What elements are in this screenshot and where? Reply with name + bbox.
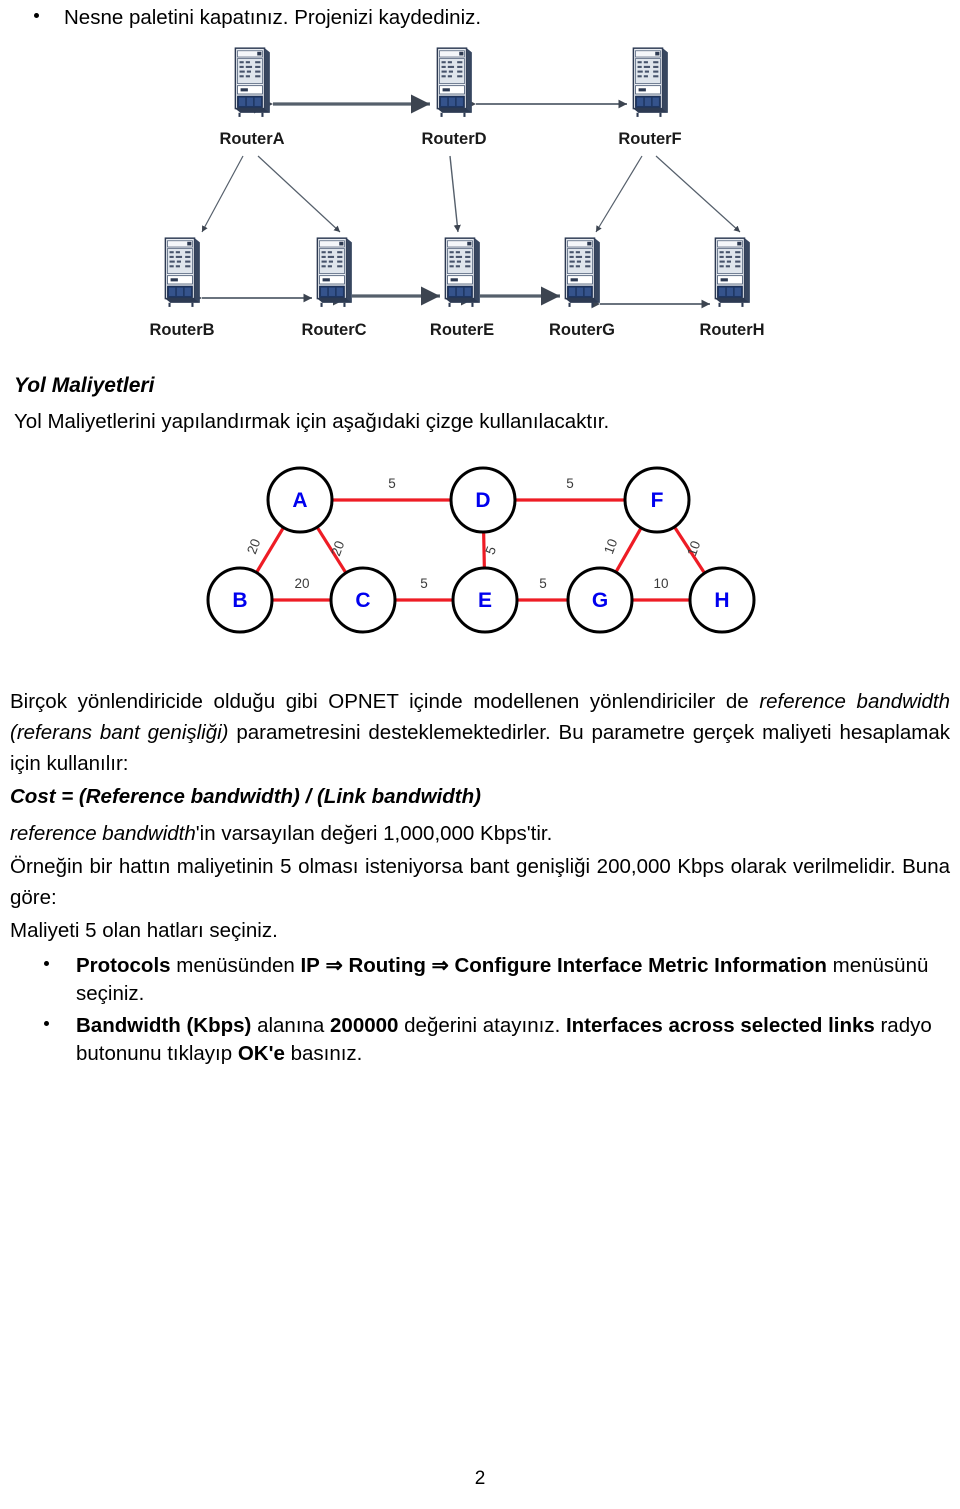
paragraph-reference-bandwidth: Birçok yönlendiricide olduğu gibi OPNET … [10,686,950,779]
topology-label-RouterD: RouterD [421,130,486,148]
cost-graph-edge-label-E-G: 5 [539,576,547,591]
cost-graph-edge-label-F-H: 10 [684,539,703,558]
arrow-icon-2: ⇒ [431,954,449,977]
bullet-close-object-palette: Nesne paletini kapatınız. Projenizi kayd… [0,4,900,32]
arrow-icon: ⇒ [325,954,343,977]
section-subtitle: Yol Maliyetlerini yapılandırmak için aşa… [14,410,610,433]
topology-router-labels: RouterA RouterD RouterF RouterB RouterC … [149,130,764,339]
cost-graph-edge-A-B [255,526,285,574]
network-topology-figure: RouterA RouterD RouterF RouterB RouterC … [140,36,840,356]
field-bandwidth-kbps: Bandwidth (Kbps) [76,1014,252,1037]
cost-graph-figure: ADFBCEGH 5 5 20 20 20 5 5 5 10 10 10 [190,448,770,644]
topology-router-RouterD [436,47,473,118]
topology-router-RouterG [564,237,601,308]
cost-graph-node-label-F: F [651,489,664,512]
value-200000: 200000 [330,1014,399,1037]
topology-router-RouterH [714,237,751,308]
bullet-dot-icon [34,4,48,18]
cost-graph-node-label-A: A [292,489,307,512]
cost-graph-node-label-H: H [714,589,729,612]
menu-text-1: menüsünden [170,954,301,977]
cost-graph-edge-label-A-C: 20 [328,539,347,558]
topology-router-RouterB [164,237,201,308]
cost-graph-edge-label-G-H: 10 [653,576,668,591]
menu-protocols: Protocols [76,954,171,977]
bullet-text: Nesne paletini kapatınız. Projenizi kayd… [64,6,482,29]
bullet-protocols-menu: Protocols menüsünden IP ⇒ Routing ⇒ Conf… [34,952,960,1009]
para1-text-1: Birçok yönlendiricide olduğu gibi OPNET … [10,690,760,713]
menu-routing: Routing [348,954,426,977]
cost-graph-node-label-C: C [355,589,370,612]
para2-italic: reference bandwidth [10,822,196,845]
topology-label-RouterB: RouterB [149,321,214,339]
cost-graph-nodes: A D F B C E G H [206,466,756,634]
para2-text: 'in varsayılan değeri 1,000,000 Kbps'tir… [195,822,553,845]
cost-graph-edge-label-A-D: 5 [388,476,396,491]
bullet-dot-icon [44,952,58,966]
bandwidth-text-4: basınız. [284,1042,363,1066]
menu-configure-interface-metric-information: Configure Interface Metric Information [454,954,827,977]
menu-ip: IP [300,954,320,977]
bullet-dot-icon [44,1012,58,1026]
document-page: Nesne paletini kapatınız. Projenizi kayd… [0,0,960,1509]
page-number: 2 [474,1468,486,1489]
cost-graph-node-label-G: G [592,589,608,612]
cost-graph-edge-label-F-G: 10 [601,537,620,556]
paragraph-example: Örneğin bir hattın maliyetinin 5 olması … [10,855,950,910]
cost-graph-edge-label-B-C: 20 [294,576,309,591]
cost-graph-node-label-B: B [232,589,247,612]
cost-graph-node-label-E: E [478,589,492,612]
cost-graph-edge-label-A-B: 20 [244,537,263,556]
topology-label-RouterF: RouterF [618,130,681,148]
topology-router-RouterF [632,47,669,118]
topology-router-RouterE [444,237,481,308]
cost-graph-edge-F-G [614,527,643,573]
topology-label-RouterH: RouterH [699,321,764,339]
ok-button-label: OK'e [237,1042,285,1066]
cost-graph-edge-label-C-E: 5 [420,576,428,591]
bullet-bandwidth-setting: Bandwidth (Kbps) alanına 200000 değerini… [34,1012,960,1069]
cost-graph-edge-label-D-F: 5 [566,476,574,491]
bandwidth-text-2: değerini atayınız. [398,1014,566,1037]
paragraph-select-links: Maliyeti 5 olan hatları seçiniz. [10,919,278,942]
topology-router-RouterC [316,237,353,308]
bandwidth-text-1: alanına [251,1014,331,1037]
topology-router-RouterA [234,47,271,118]
cost-graph-node-label-D: D [475,489,490,512]
topology-label-RouterE: RouterE [430,321,494,339]
topology-label-RouterA: RouterA [219,130,284,148]
topology-label-RouterG: RouterG [549,321,615,339]
radio-interfaces-across-selected-links: Interfaces across selected links [565,1014,875,1037]
page-title: Yol Maliyetleri [14,374,155,397]
topology-label-RouterC: RouterC [301,321,366,339]
cost-formula: Cost = (Reference bandwidth) / (Link ban… [10,785,481,808]
paragraph-default-value: reference bandwidth'in varsayılan değeri… [10,818,950,849]
